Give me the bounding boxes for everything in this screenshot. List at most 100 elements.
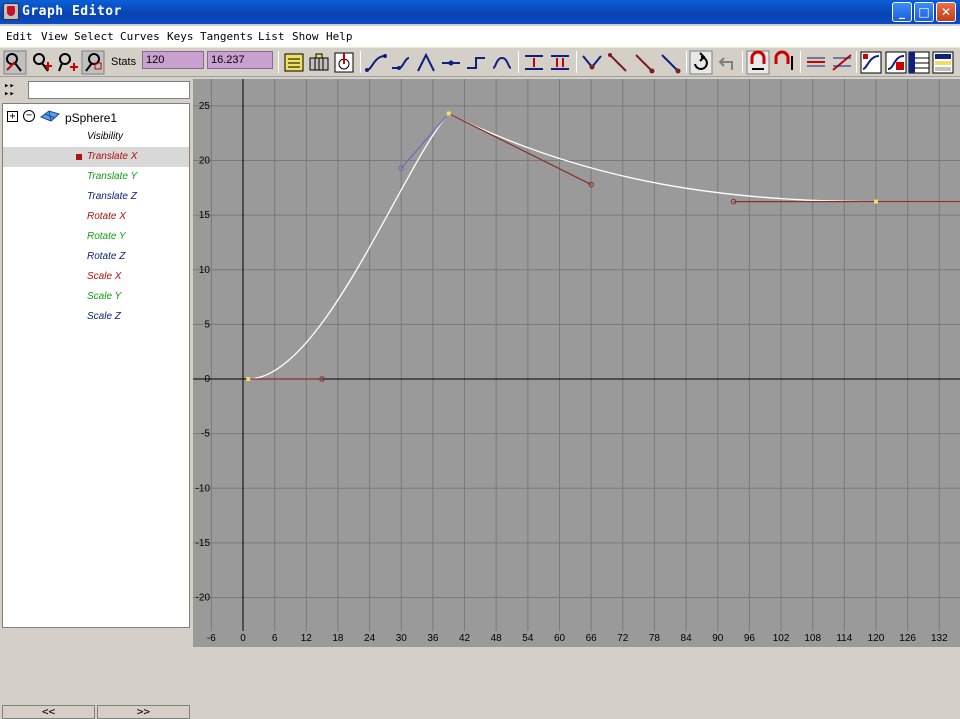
maximize-button[interactable]: □ xyxy=(914,2,934,22)
flat-tangents-icon[interactable] xyxy=(439,50,463,75)
title-bar: Graph Editor _ □ ✕ xyxy=(0,0,960,24)
channel-row[interactable]: Visibility xyxy=(3,127,189,147)
x-tick-label: 96 xyxy=(744,633,756,644)
curve-graph-view[interactable]: -6 0 6 12 18 24 30 36 42 48 54 60 66 72 78 84 90 96 102 108… xyxy=(193,79,960,647)
non-weighted-tangents-icon[interactable] xyxy=(658,50,682,75)
channel-label: Rotate Z xyxy=(87,251,126,262)
channel-row[interactable]: Scale Y xyxy=(3,287,189,307)
lock-tangent-weight-icon[interactable] xyxy=(606,50,630,75)
channel-label: Visibility xyxy=(87,131,123,142)
menu-curves[interactable]: Curves xyxy=(120,30,160,43)
x-tick-label: 120 xyxy=(868,633,885,644)
x-tick-label: 24 xyxy=(364,633,376,644)
channel-row[interactable]: Scale X xyxy=(3,267,189,287)
keyframe-point xyxy=(246,377,251,381)
filter-toggle-icon[interactable]: ▸▸ ▸▸ xyxy=(4,82,24,100)
channel-row[interactable]: Rotate X xyxy=(3,207,189,227)
channel-row[interactable]: Translate X xyxy=(3,147,189,167)
channel-row[interactable]: Scale Z xyxy=(3,307,189,327)
free-tangent-weight-icon[interactable] xyxy=(580,50,604,75)
toolbar-separator xyxy=(856,51,857,73)
menu-keys[interactable]: Keys xyxy=(167,30,194,43)
expand-icon[interactable]: + xyxy=(7,111,18,122)
window-title: Graph Editor xyxy=(22,4,122,19)
move-key-tool-icon[interactable] xyxy=(3,50,27,75)
outliner-scroll: << >> xyxy=(2,705,190,719)
channel-row[interactable]: Translate Y xyxy=(3,167,189,187)
open-attribute-editor-icon[interactable] xyxy=(931,50,955,75)
time-snap-icon[interactable] xyxy=(746,50,770,75)
break-tangents-icon[interactable] xyxy=(522,50,546,75)
redo-icon[interactable] xyxy=(689,50,713,75)
menu-help[interactable]: Help xyxy=(326,30,353,43)
collapse-icon[interactable]: − xyxy=(23,110,35,122)
menu-view[interactable]: View xyxy=(41,30,68,43)
channel-label: Translate X xyxy=(87,151,138,162)
channel-label: Translate Z xyxy=(87,191,137,202)
y-tick-label: 5 xyxy=(204,319,210,330)
x-tick-label: 54 xyxy=(522,633,534,644)
x-tick-label: 6 xyxy=(272,633,278,644)
insert-key-tool-icon[interactable] xyxy=(30,50,54,75)
spline-tangents-icon[interactable] xyxy=(364,50,388,75)
center-current-time-icon[interactable] xyxy=(332,50,356,75)
menu-tangents[interactable]: Tangents xyxy=(200,30,253,43)
tree-root-node[interactable]: + − pSphere1 xyxy=(3,107,189,127)
stats-frame-field[interactable]: 120 xyxy=(142,51,204,69)
poly-sphere-icon xyxy=(39,110,61,122)
toolbar-separator xyxy=(360,51,361,73)
channel-label: Scale Y xyxy=(87,291,122,302)
y-tick-label: -5 xyxy=(201,429,210,440)
x-tick-label: 90 xyxy=(712,633,724,644)
x-tick-label: 126 xyxy=(899,633,916,644)
channel-label: Scale Z xyxy=(87,311,121,322)
y-tick-label: 25 xyxy=(199,101,211,112)
frame-selection-icon[interactable] xyxy=(307,50,331,75)
channel-row[interactable]: Rotate Z xyxy=(3,247,189,267)
close-button[interactable]: ✕ xyxy=(936,2,956,22)
normalize-curves-icon[interactable] xyxy=(804,50,828,75)
minimize-button[interactable]: _ xyxy=(892,2,912,22)
x-tick-label: 18 xyxy=(332,633,344,644)
open-trax-editor-icon[interactable] xyxy=(884,50,908,75)
menu-select[interactable]: Select xyxy=(74,30,114,43)
menu-show[interactable]: Show xyxy=(292,30,319,43)
x-tick-label: 84 xyxy=(681,633,693,644)
stats-value-field[interactable]: 16.237 xyxy=(207,51,273,69)
y-tick-label: -10 xyxy=(196,483,211,494)
menu-bar: Edit View Select Curves Keys Tangents Li… xyxy=(0,26,960,48)
lattice-deform-tool-icon[interactable] xyxy=(81,50,105,75)
y-tick-label: -15 xyxy=(196,538,211,549)
open-channel-box-icon[interactable] xyxy=(907,50,931,75)
x-tick-label: 114 xyxy=(836,633,852,644)
keyframe-point xyxy=(446,111,451,116)
scroll-right-button[interactable]: >> xyxy=(97,705,190,719)
toolbar-separator xyxy=(278,51,279,73)
open-dope-sheet-icon[interactable] xyxy=(859,50,883,75)
linear-tangents-icon[interactable] xyxy=(414,50,438,75)
add-key-tool-icon[interactable] xyxy=(56,50,80,75)
menu-edit[interactable]: Edit xyxy=(6,30,33,43)
plateau-tangents-icon[interactable] xyxy=(490,50,514,75)
toolbar-separator xyxy=(686,51,687,73)
channel-row[interactable]: Translate Z xyxy=(3,187,189,207)
value-snap-icon[interactable] xyxy=(772,50,796,75)
x-tick-label: 48 xyxy=(491,633,503,644)
channel-label: Rotate Y xyxy=(87,231,126,242)
step-tangents-icon[interactable] xyxy=(464,50,488,75)
undo-icon[interactable] xyxy=(714,50,738,75)
x-tick-label: 12 xyxy=(301,633,313,644)
y-tick-label: 10 xyxy=(199,265,211,276)
scroll-left-button[interactable]: << xyxy=(2,705,95,719)
menu-list[interactable]: List xyxy=(258,30,285,43)
clamped-tangents-icon[interactable] xyxy=(389,50,413,75)
weighted-tangents-icon[interactable] xyxy=(632,50,656,75)
outliner-filter-input[interactable] xyxy=(28,81,190,99)
denormalize-curves-icon[interactable] xyxy=(830,50,854,75)
channel-row[interactable]: Rotate Y xyxy=(3,227,189,247)
unify-tangents-icon[interactable] xyxy=(548,50,572,75)
toolbar: Stats 120 16.237 xyxy=(0,48,960,77)
x-tick-label: 132 xyxy=(931,633,948,644)
frame-all-icon[interactable] xyxy=(282,50,306,75)
toolbar-separator xyxy=(518,51,519,73)
